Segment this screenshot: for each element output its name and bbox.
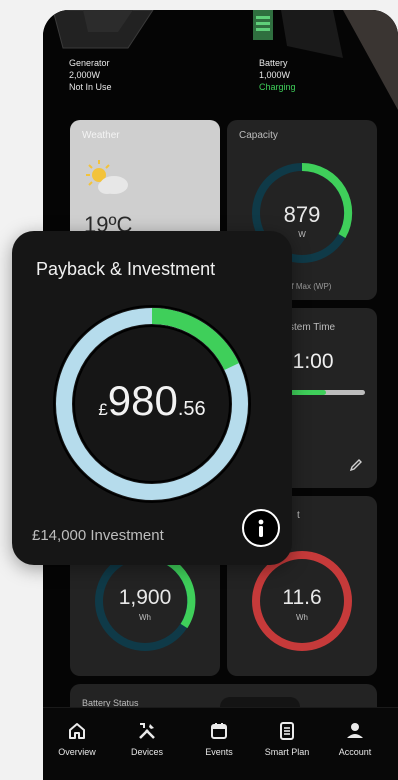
investment-text: £14,000 Investment: [32, 527, 164, 544]
usage-unit: Wh: [139, 613, 151, 622]
payback-progress-arc: [151, 308, 239, 371]
consumption-unit: Wh: [296, 613, 308, 622]
capacity-subtitle: of Max (WP): [287, 282, 332, 291]
info-button[interactable]: [242, 509, 280, 547]
battery-power: 1,000W: [259, 70, 291, 80]
nav-overview-label: Overview: [58, 747, 96, 757]
battery-status-text: Charging: [259, 82, 296, 92]
calendar-icon: [211, 723, 227, 739]
nav-devices[interactable]: Devices: [117, 720, 177, 757]
nav-events[interactable]: Events: [189, 720, 249, 757]
battery-info[interactable]: Battery 1,000W Charging: [259, 57, 296, 93]
capacity-title: Capacity: [239, 130, 278, 141]
payback-currency: £: [98, 400, 108, 419]
nav-devices-label: Devices: [130, 747, 163, 757]
tools-icon: [139, 723, 155, 739]
consumption-value: 11.6: [282, 586, 322, 609]
generator-status: Not In Use: [69, 82, 112, 92]
system-time-title: stem Time: [289, 322, 336, 333]
hero-illustration: Generator 2,000W Not In Use Battery 1,00…: [43, 10, 398, 120]
payback-title: Payback & Investment: [36, 259, 216, 279]
usage-value: 1,900: [118, 586, 172, 609]
nav-events-label: Events: [205, 747, 233, 757]
user-icon: [347, 723, 363, 738]
capacity-value: 879: [283, 202, 321, 227]
consumption-title: t: [297, 510, 300, 521]
generator-power: 2,000W: [69, 70, 101, 80]
sun-cloud-icon: [86, 160, 128, 194]
nav-account[interactable]: Account: [325, 720, 385, 757]
payback-amount-decimal: .56: [177, 398, 206, 420]
info-icon: [258, 519, 264, 537]
payback-amount: £980.56: [52, 377, 252, 425]
weather-title: Weather: [82, 130, 120, 141]
nav-smart-plan[interactable]: Smart Plan: [257, 720, 317, 757]
battery-name: Battery: [259, 58, 288, 68]
payback-amount-main: 980: [107, 377, 178, 424]
edit-icon[interactable]: [349, 458, 363, 472]
generator-info[interactable]: Generator 2,000W Not In Use: [69, 57, 112, 93]
document-icon: [280, 722, 294, 740]
nav-account-label: Account: [338, 747, 372, 757]
nav-overview[interactable]: Overview: [47, 720, 107, 757]
bottom-navigation: Overview Devices Events Smart Plan Accou…: [43, 707, 398, 780]
nav-smart-plan-label: Smart Plan: [264, 747, 310, 757]
generator-name: Generator: [69, 58, 110, 68]
home-icon: [69, 723, 85, 739]
payback-investment-card[interactable]: Payback & Investment £980.56 £14,000 Inv…: [12, 231, 292, 565]
